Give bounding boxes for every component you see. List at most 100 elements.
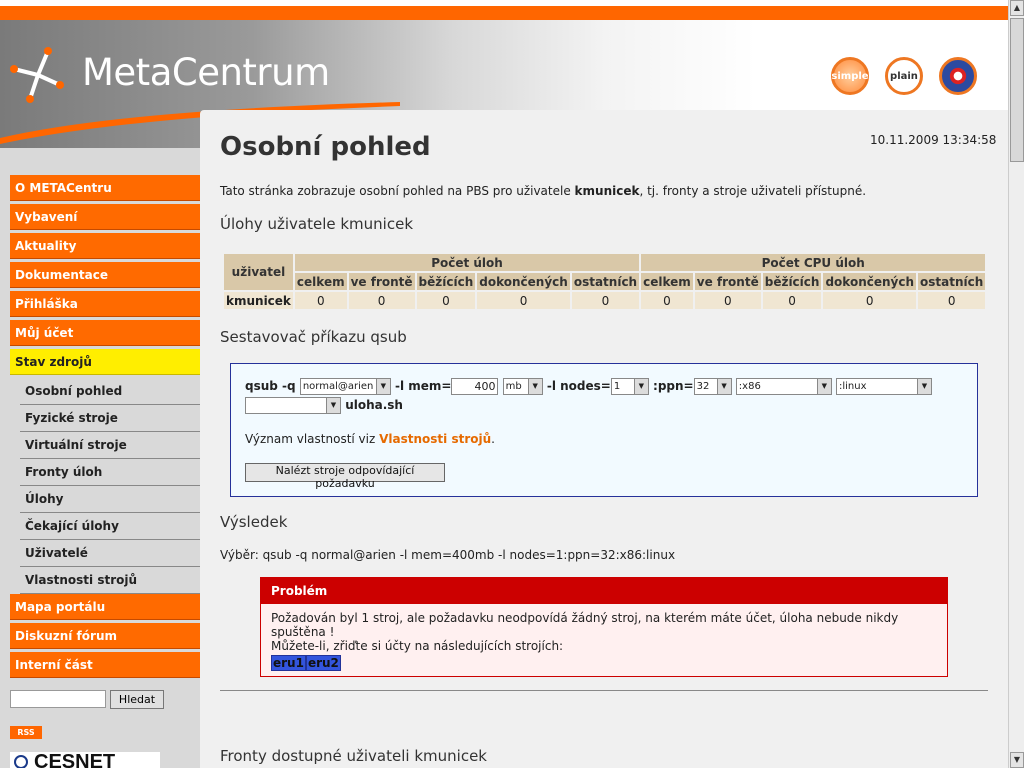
table-cell: 0 <box>823 292 917 309</box>
mem-unit-value: mb <box>505 381 522 392</box>
table-cell: 0 <box>762 292 822 309</box>
rss-icon[interactable]: RSS <box>10 726 42 739</box>
english-language-button[interactable] <box>939 57 977 95</box>
cpu-count-group-header: Počet CPU úloh <box>641 254 986 271</box>
column-header: ostatních <box>918 273 986 290</box>
intro-username: kmunicek <box>574 184 640 198</box>
queue-select[interactable]: normal@arien ▼ <box>299 378 391 395</box>
scroll-up-icon[interactable]: ▲ <box>1010 0 1024 16</box>
sidebar-item-dokumentace[interactable]: Dokumentace <box>10 262 210 288</box>
sidebar-item-muj-ucet[interactable]: Můj účet <box>10 320 210 346</box>
sidebar-item-aktuality[interactable]: Aktuality <box>10 233 210 259</box>
chevron-down-icon: ▼ <box>527 379 542 394</box>
scrollbar-thumb[interactable] <box>1010 18 1024 162</box>
table-cell: 0 <box>294 292 347 309</box>
sidebar-subitem-osobni-pohled[interactable]: Osobní pohled <box>20 378 210 405</box>
search-box: Hledat <box>10 690 164 709</box>
chevron-down-icon: ▼ <box>716 379 731 394</box>
sidebar-item-prihlaska[interactable]: Přihláška <box>10 291 210 317</box>
search-button[interactable]: Hledat <box>110 690 164 709</box>
queue-select-value: normal@arien <box>302 381 374 392</box>
sidebar-item-diskuzni-forum[interactable]: Diskuzní fórum <box>10 623 210 649</box>
sidebar-subitem-ulohy[interactable]: Úlohy <box>20 486 210 513</box>
property-select-1[interactable]: :x86 ▼ <box>735 378 832 395</box>
ppn-label: :ppn= <box>653 379 694 393</box>
jobs-table-group-header: uživatel Počet úloh Počet CPU úloh <box>224 254 986 290</box>
intro-text: Tato stránka zobrazuje osobní pohled na … <box>220 184 866 198</box>
qsub-command-row-2: ▼ uloha.sh <box>245 397 965 414</box>
builder-heading: Sestavovač příkazu qsub <box>220 328 407 346</box>
property-select-2[interactable]: :linux ▼ <box>835 378 932 395</box>
plain-layout-icon: plain <box>890 70 918 82</box>
sidebar-subitem-uzivatele[interactable]: Uživatelé <box>20 540 210 567</box>
table-cell-user: kmunicek <box>224 292 293 309</box>
scroll-down-icon[interactable]: ▼ <box>1010 752 1024 768</box>
cesnet-globe-icon <box>14 755 28 768</box>
sidebar-menu: O METACentru Vybavení Aktuality Dokument… <box>10 175 210 681</box>
nodes-select[interactable]: 1 ▼ <box>610 378 649 395</box>
column-header: běžících <box>762 273 822 290</box>
problem-box: Problém Požadován byl 1 stroj, ale požad… <box>260 577 948 677</box>
simple-layout-button[interactable]: simple <box>831 57 869 95</box>
machine-link-eru1[interactable]: eru1 <box>271 655 306 671</box>
jobs-table: uživatel Počet úloh Počet CPU úloh celke… <box>222 252 987 311</box>
sidebar-subitem-fronty-uloh[interactable]: Fronty úloh <box>20 459 210 486</box>
sidebar-item-stav-zdroju[interactable]: Stav zdrojů <box>10 349 210 375</box>
column-header: dokončených <box>477 273 570 290</box>
ppn-select[interactable]: 32 ▼ <box>693 378 732 395</box>
sidebar-item-vybaveni[interactable]: Vybavení <box>10 204 210 230</box>
cesnet-logo[interactable]: CESNET <box>10 752 160 768</box>
current-datetime: 10.11.2009 13:34:58 <box>870 133 997 147</box>
sidebar-subitem-vlastnosti-stroju[interactable]: Vlastnosti strojů <box>20 567 210 594</box>
mem-label: -l mem= <box>395 379 452 393</box>
script-name: uloha.sh <box>345 398 403 412</box>
problem-title: Problém <box>261 578 947 604</box>
column-header: celkem <box>294 273 347 290</box>
sidebar-item-o-metacentru[interactable]: O METACentru <box>10 175 210 201</box>
sidebar-subitem-fyzicke-stroje[interactable]: Fyzické stroje <box>20 405 210 432</box>
meaning-end: . <box>491 432 495 446</box>
sidebar-subitem-cekajici-ulohy[interactable]: Čekající úlohy <box>20 513 210 540</box>
properties-meaning: Význam vlastností viz Vlastnosti strojů. <box>245 432 495 446</box>
chevron-down-icon: ▼ <box>375 379 390 394</box>
jobs-count-group-header: Počet úloh <box>294 254 640 271</box>
nodes-select-value: 1 <box>613 381 621 392</box>
jobs-heading: Úlohy uživatele kmunicek <box>220 215 414 233</box>
simple-layout-icon: simple <box>831 70 869 82</box>
mem-input[interactable]: 400 <box>451 378 499 395</box>
table-cell: 0 <box>416 292 476 309</box>
main-content: 10.11.2009 13:34:58 Osobní pohled Tato s… <box>200 110 1008 768</box>
find-machines-button[interactable]: Nalézt stroje odpovídající požadavku <box>245 463 445 490</box>
sidebar-item-interni-cast[interactable]: Interní část <box>10 652 210 678</box>
cesnet-logo-text: CESNET <box>34 752 116 768</box>
chevron-down-icon: ▼ <box>816 379 831 394</box>
chevron-down-icon: ▼ <box>916 379 931 394</box>
chevron-down-icon: ▼ <box>326 398 340 413</box>
jobs-table-column-header: celkem ve frontě běžících dokončených os… <box>224 273 986 290</box>
plain-layout-button[interactable]: plain <box>885 57 923 95</box>
machine-link-eru2[interactable]: eru2 <box>305 655 341 671</box>
result-heading: Výsledek <box>220 513 288 531</box>
result-command: Výběr: qsub -q normal@arien -l mem=400mb… <box>220 548 676 562</box>
divider <box>220 690 988 691</box>
property-select-3[interactable]: ▼ <box>245 397 341 414</box>
sidebar: O METACentru Vybavení Aktuality Dokument… <box>0 148 210 768</box>
table-cell: 0 <box>571 292 640 309</box>
property-select-2-value: :linux <box>838 381 867 392</box>
search-input[interactable] <box>10 690 106 708</box>
qsub-command-row: qsub -q normal@arien ▼ -l mem= 400 mb ▼ -l … <box>245 378 965 414</box>
chevron-down-icon: ▼ <box>633 379 648 394</box>
mem-unit-select[interactable]: mb ▼ <box>502 378 543 395</box>
intro-text-start: Tato stránka zobrazuje osobní pohled na … <box>220 184 575 198</box>
sidebar-subitem-virtualni-stroje[interactable]: Virtuální stroje <box>20 432 210 459</box>
sidebar-item-mapa-portalu[interactable]: Mapa portálu <box>10 594 210 620</box>
meaning-text: Význam vlastností viz <box>245 432 380 446</box>
table-cell: 0 <box>918 292 986 309</box>
user-column-header: uživatel <box>224 254 293 290</box>
page-title: Osobní pohled <box>220 132 431 162</box>
vertical-scrollbar[interactable]: ▲ ▼ <box>1008 0 1024 768</box>
column-header: běžících <box>416 273 476 290</box>
column-header: celkem <box>641 273 693 290</box>
machine-properties-link[interactable]: Vlastnosti strojů <box>379 432 491 446</box>
queues-heading: Fronty dostupné uživateli kmunicek <box>220 747 487 765</box>
